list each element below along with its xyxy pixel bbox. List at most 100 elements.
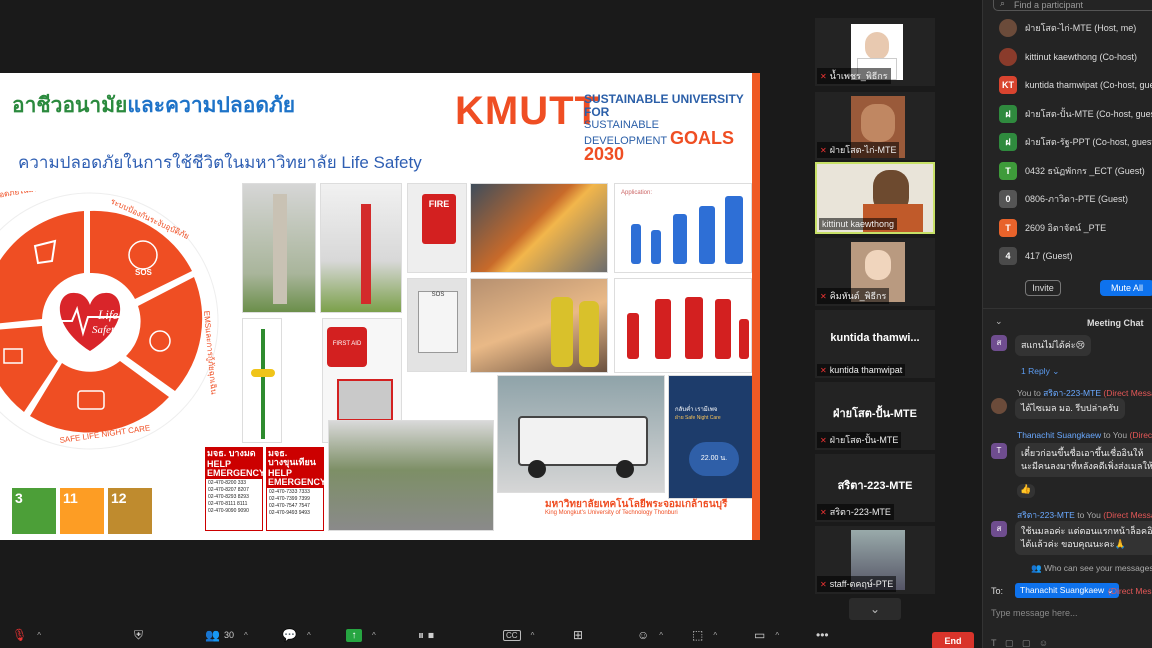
- chevron-up-icon[interactable]: ^: [372, 631, 376, 640]
- wheel-center-2: Safety: [92, 324, 119, 336]
- chevron-up-icon[interactable]: ^: [659, 631, 663, 640]
- chevron-up-icon[interactable]: ^: [37, 631, 41, 640]
- captions-button[interactable]: CC ^: [503, 627, 534, 643]
- avatar: ส: [991, 335, 1007, 351]
- chevron-up-icon[interactable]: ^: [531, 631, 535, 640]
- avatar: KT: [999, 76, 1017, 95]
- emoji-icon[interactable]: ☺: [1039, 638, 1048, 648]
- chat-message-input[interactable]: Type message here...: [991, 608, 1078, 618]
- invite-button[interactable]: Invite: [1025, 280, 1061, 296]
- chevron-up-icon[interactable]: ^: [713, 631, 717, 640]
- chevron-up-icon[interactable]: ^: [775, 631, 779, 640]
- mic-muted-icon: ✕: [820, 579, 827, 589]
- participants-button[interactable]: 👥 30 ^: [205, 627, 248, 643]
- chevron-down-icon[interactable]: ⌄: [995, 316, 1003, 327]
- video-tile[interactable]: ฝ่ายโสต-ปั้น-MTE ✕ ฝ่ายโสต-ปั้น-MTE: [815, 382, 935, 450]
- slide-subtitle: ความปลอดภัยในการใช้ชีวิตในมหาวิทยาลัย Li…: [18, 153, 422, 172]
- chevron-down-icon: ⌄: [869, 602, 881, 616]
- photo-extinguishers-app: Application:: [614, 183, 752, 273]
- share-screen-button[interactable]: ↑ ^: [346, 627, 376, 643]
- chat-meta: สริตา-223-MTE to You (Direct Message): [1017, 510, 1152, 520]
- sdg-icon-11: 11: [60, 488, 104, 534]
- presentation-slide: อาชีวอนามัยและความปลอดภัย ความปลอดภัยในก…: [0, 73, 760, 540]
- mute-all-button[interactable]: Mute All: [1100, 280, 1152, 296]
- video-tile[interactable]: ✕ ฝ่ายโสต-ไก่-MTE: [815, 92, 935, 160]
- chat-meta: Thanachit Suangkaew to You (Direct Messa…: [1017, 430, 1152, 440]
- video-tile[interactable]: ✕ staff-ตคฤษ์-PTE: [815, 526, 935, 594]
- chat-recipient-row: To: Thanachit Suangkaew ⌄ (Direct Messag…: [991, 583, 1152, 598]
- sdg-icon-3: 3: [12, 488, 56, 534]
- zoom-meeting-window: อาชีวอนามัยและความปลอดภัย ความปลอดภัยในก…: [0, 0, 1152, 648]
- search-icon: ⌕: [1000, 0, 1006, 8]
- video-tile[interactable]: kuntida thamwi... ✕ kuntida thamwipat: [815, 310, 935, 378]
- photo-pickup-truck: [497, 375, 665, 493]
- end-meeting-button[interactable]: End: [932, 632, 974, 648]
- sdg-icon-12: 12: [108, 488, 152, 534]
- participant-row[interactable]: ฝฝ่ายโสต-รัฐ-PPT (Co-host, guest): [983, 128, 1152, 157]
- chat-tools: T ▢ ▢ ☺: [991, 638, 1048, 648]
- chat-message[interactable]: ใช้นมลอค่ะ แต่ตอนแรกหน้าล็อคอิ ได้แล้วค่…: [1015, 521, 1152, 555]
- grid-icon: ⊞: [573, 628, 584, 642]
- monitor-icon: ▭: [754, 628, 766, 642]
- scroll-down-button[interactable]: ⌄: [849, 598, 901, 620]
- screenshot-icon[interactable]: ▢: [1022, 638, 1031, 648]
- audio-button[interactable]: 🎙 ^: [12, 627, 41, 643]
- who-can-see-link[interactable]: 👥 Who can see your messages?: [1031, 563, 1152, 574]
- photo-firefighters: [470, 278, 608, 373]
- participant-row[interactable]: 0 0806-ภาวิดา-PTE (Guest): [983, 185, 1152, 214]
- apps-button[interactable]: ⊞: [573, 627, 583, 643]
- photo-eyewash: [242, 318, 282, 443]
- view-button[interactable]: ▭ ^: [754, 627, 779, 643]
- slide-title: อาชีวอนามัยและความปลอดภัย: [12, 94, 296, 117]
- reactions-button[interactable]: ☺ ^: [637, 627, 663, 643]
- thumbs-up-reaction[interactable]: 👍: [1017, 484, 1035, 498]
- avatar: ส: [991, 521, 1007, 537]
- avatar: T: [991, 443, 1007, 459]
- avatar: 4: [999, 247, 1017, 266]
- photo-fire-alarm: FIRE: [407, 183, 467, 273]
- participant-row[interactable]: T 2609 อิตาจัตน์ _PTE: [983, 214, 1152, 243]
- security-button[interactable]: ⛨: [134, 627, 143, 643]
- wheel-sos: SOS: [135, 268, 153, 277]
- participant-row[interactable]: 4 417 (Guest): [983, 242, 1152, 271]
- photo-walkway: [328, 420, 494, 531]
- recipient-dropdown[interactable]: Thanachit Suangkaew ⌄: [1015, 583, 1119, 598]
- more-button[interactable]: •••: [816, 627, 829, 643]
- chat-message[interactable]: สแกนไม่ได้ค่ะ😢: [1015, 335, 1091, 356]
- participant-search-input[interactable]: ⌕ Find a participant: [993, 0, 1152, 11]
- whiteboard-button[interactable]: ⬚ ^: [692, 627, 717, 643]
- photo-red-post: [320, 183, 402, 313]
- pause-icon: ⏸: [418, 627, 425, 642]
- chevron-up-icon[interactable]: ^: [244, 631, 248, 640]
- video-tile[interactable]: ✕ คิมหันต์_พิธีกร: [815, 238, 935, 306]
- chat-title: Meeting Chat: [1087, 318, 1144, 328]
- participant-row[interactable]: ฝ่ายโสต-ไก่-MTE (Host, me): [983, 14, 1152, 43]
- video-tile[interactable]: สริตา-223-MTE ✕ สริตา-223-MTE: [815, 454, 935, 522]
- avatar: 0: [999, 190, 1017, 209]
- reply-link[interactable]: 1 Reply ⌄: [1021, 366, 1059, 377]
- chat-icon: 💬: [282, 628, 297, 642]
- pause-share-button[interactable]: ⏸ ⏹: [418, 627, 434, 643]
- photo-fire-drill: [470, 183, 608, 273]
- photo-sos-box: SOS: [407, 278, 467, 372]
- format-icon[interactable]: T: [991, 638, 996, 648]
- participant-row[interactable]: KT kuntida thamwipat (Co-host, guest): [983, 71, 1152, 100]
- file-icon[interactable]: ▢: [1005, 638, 1014, 648]
- mic-muted-icon: 🎙: [12, 628, 28, 642]
- participant-row[interactable]: kittinut kaewthong (Co-host): [983, 43, 1152, 72]
- video-tile-active-speaker[interactable]: kittinut kaewthong: [815, 162, 935, 234]
- cc-icon: CC: [503, 629, 521, 641]
- life-safety-wheel: Life Safety SOS ลดปลอดภัยในมหาวิทยาลัย ร…: [0, 191, 219, 450]
- video-tile[interactable]: ✕ น้ำเพชร_พิธีกร: [815, 18, 935, 86]
- chat-message[interactable]: เดี๋ยวก่อนขึ้นชื่อเอาขึ้นเชื่ออินให้ นะม…: [1015, 443, 1152, 477]
- participant-row[interactable]: T 0432 ธนัฏพักกร _ECT (Guest): [983, 157, 1152, 186]
- whiteboard-icon: ⬚: [692, 628, 704, 642]
- chat-message[interactable]: ได้ไซเมล มอ. รีบปล่าครับ: [1015, 398, 1125, 419]
- participant-row[interactable]: ฝฝ่ายโสต-ปั้น-MTE (Co-host, guest): [983, 100, 1152, 129]
- chevron-up-icon[interactable]: ^: [307, 631, 311, 640]
- mic-muted-icon: ✕: [820, 71, 827, 81]
- meeting-toolbar: 🎙 ^ ⛨ 👥 30 ^ 💬 ^ ↑ ^ ⏸ ⏹ CC ^ ⊞ ☺ ^ ⬚ ^ ▭ ^ ••• En…: [0, 620, 982, 648]
- mic-muted-icon: ✕: [820, 435, 827, 445]
- chat-button[interactable]: 💬 ^: [282, 627, 311, 643]
- mic-muted-icon: ✕: [820, 291, 827, 301]
